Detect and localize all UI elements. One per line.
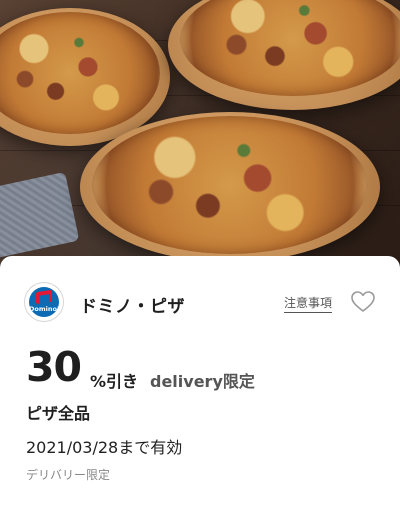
- brand-name: ドミノ・ピザ: [80, 297, 185, 317]
- napkin: [0, 171, 80, 259]
- valid-until: 2021/03/28まで有効: [26, 438, 183, 457]
- notice-link[interactable]: 注意事項: [284, 294, 333, 313]
- heart-outline-icon[interactable]: [350, 290, 376, 314]
- logo-tile-inner: [39, 294, 49, 304]
- discount-tag: delivery限定: [150, 372, 255, 391]
- offer-note: デリバリー限定: [26, 468, 111, 482]
- logo-badge: Domino's: [29, 287, 59, 317]
- discount-value: 30: [26, 343, 82, 391]
- dominos-logo: Domino's: [24, 282, 64, 322]
- pizza-center: [92, 116, 368, 254]
- discount-suffix: %引き: [90, 372, 139, 391]
- hero-image: [0, 0, 400, 280]
- logo-text: Domino's: [29, 305, 59, 313]
- offer-target: ピザ全品: [26, 404, 91, 423]
